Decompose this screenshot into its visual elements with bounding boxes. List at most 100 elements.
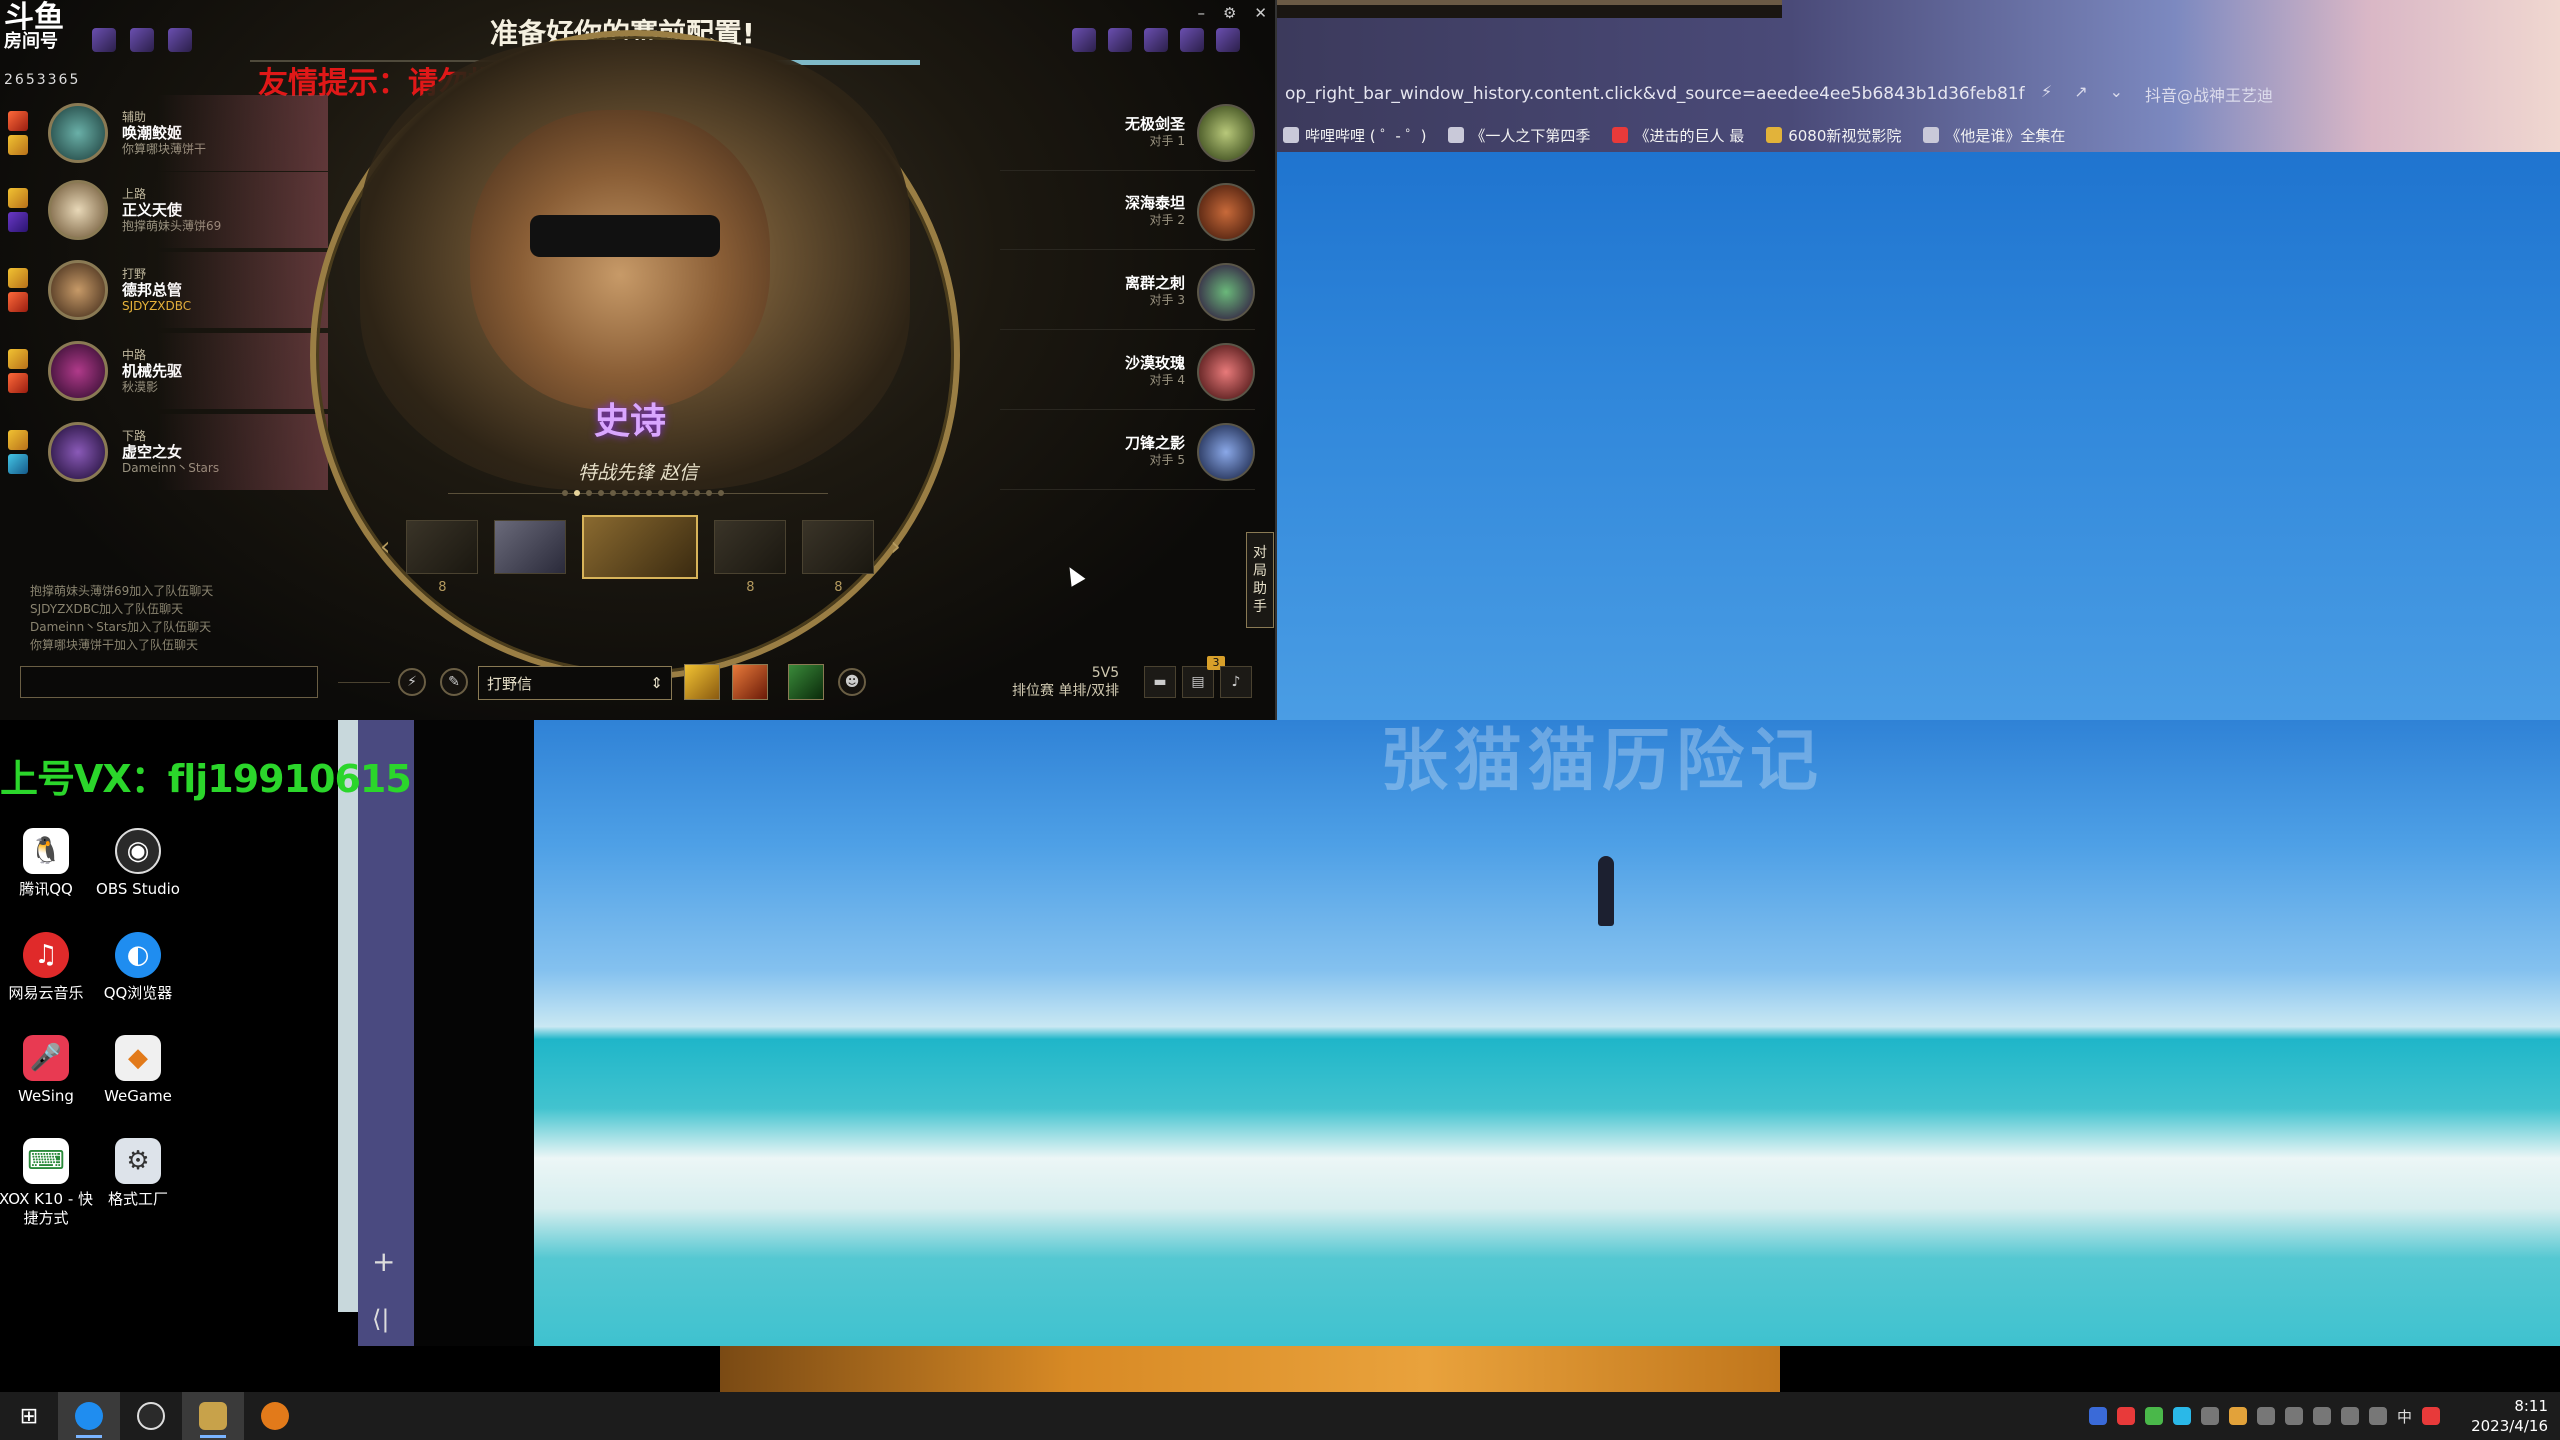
enemy-slot[interactable]: 无极剑圣 对手 1	[1000, 95, 1255, 171]
team-member[interactable]: 下路 虚空之女 Dameinn丶Stars	[8, 414, 328, 490]
enemy-slot[interactable]: 离群之刺 对手 3	[1000, 254, 1255, 330]
team-member-self[interactable]: 打野 德邦总管 SJDYZXDBC	[8, 252, 328, 328]
page-dot[interactable]	[646, 490, 652, 496]
network-icon[interactable]	[2172, 1407, 2191, 1425]
microphone-tray-icon[interactable]	[2200, 1407, 2219, 1425]
enemy-slot[interactable]: 沙漠玫瑰 对手 4	[1000, 334, 1255, 410]
minimize-icon[interactable]: –	[1197, 4, 1205, 22]
match-helper-tab[interactable]: 对局助手	[1246, 532, 1274, 628]
address-bar[interactable]: op_right_bar_window_history.content.clic…	[1277, 76, 2560, 112]
ignite-spell-icon[interactable]	[8, 373, 28, 393]
desktop-icon-qq[interactable]: 🐧 腾讯QQ	[0, 828, 96, 899]
bookmark-item[interactable]: 哔哩哔哩 ( ゜- ゜)	[1283, 125, 1426, 146]
bookmark-item[interactable]: 《他是谁》全集在	[1923, 125, 2065, 146]
system-clock[interactable]: 8:11 2023/4/16	[2471, 1396, 2548, 1436]
emote-icon[interactable]: ☻	[838, 668, 866, 696]
bookmark-item[interactable]: 6080新视觉影院	[1766, 125, 1901, 146]
app-tray-icon[interactable]	[2116, 1407, 2135, 1425]
account-label[interactable]: 抖音@战神王艺迪	[2145, 82, 2273, 106]
taskbar-qq-browser[interactable]	[58, 1392, 120, 1440]
page-dot[interactable]	[682, 490, 688, 496]
bookmark-item[interactable]: 《进击的巨人 最	[1612, 125, 1744, 146]
taskbar-league-client[interactable]	[182, 1392, 244, 1440]
page-dot[interactable]	[670, 490, 676, 496]
desktop-icon-obs[interactable]: ◉ OBS Studio	[88, 828, 188, 899]
desktop-icon-wesing[interactable]: 🎤 WeSing	[0, 1035, 96, 1106]
shield-icon[interactable]	[2088, 1407, 2107, 1425]
enemy-slot[interactable]: 刀锋之影 对手 5	[1000, 414, 1255, 490]
flash-spell-icon[interactable]	[8, 349, 28, 369]
windows-start-icon[interactable]: ⊞	[0, 1392, 58, 1440]
party-chat-icon[interactable]: ▤	[1182, 666, 1214, 698]
skin-thumb[interactable]: 8	[714, 520, 787, 595]
rune-page-select[interactable]: 打野信 ⇕	[478, 666, 672, 700]
volume-icon[interactable]	[2368, 1407, 2387, 1425]
champion-mini-icon	[168, 28, 192, 52]
rune-lightning-icon[interactable]: ⚡	[398, 668, 426, 696]
bookmark-item[interactable]: 《一人之下第四季	[1448, 125, 1590, 146]
page-dot[interactable]	[694, 490, 700, 496]
flash-spell-slot[interactable]	[684, 664, 720, 700]
enemy-slot[interactable]: 深海泰坦 对手 2	[1000, 174, 1255, 250]
page-dot[interactable]	[634, 490, 640, 496]
desktop-icon-wegame[interactable]: ◆ WeGame	[88, 1035, 188, 1106]
lightning-icon[interactable]: ⚡	[2041, 82, 2052, 106]
microphone-icon[interactable]: ♪	[1220, 666, 1252, 698]
app-tray-icon[interactable]	[2228, 1407, 2247, 1425]
close-icon[interactable]: ✕	[1254, 4, 1267, 22]
flash-spell-icon[interactable]	[8, 188, 28, 208]
chevron-left-icon[interactable]: ‹	[380, 532, 390, 562]
edit-rune-icon[interactable]: ✎	[440, 668, 468, 696]
heal-spell-icon[interactable]	[8, 454, 28, 474]
desktop-icon-xox-k10[interactable]: ⌨ XOX K10 - 快捷方式	[0, 1138, 96, 1228]
clock-time: 8:11	[2514, 1397, 2548, 1415]
smite-spell-icon[interactable]	[8, 292, 28, 312]
share-icon[interactable]: ↗	[2074, 82, 2087, 106]
team-member[interactable]: 上路 正义天使 抱撑萌妹头薄饼69	[8, 172, 328, 248]
skin-thumb-selected[interactable]	[582, 515, 699, 579]
page-dot[interactable]	[610, 490, 616, 496]
page-dot[interactable]	[562, 490, 568, 496]
display-icon[interactable]	[2340, 1407, 2359, 1425]
sogou-icon[interactable]	[2422, 1407, 2440, 1425]
ignite-spell-icon[interactable]	[8, 111, 28, 131]
app-tray-icon[interactable]	[2256, 1407, 2275, 1425]
smite-spell-slot[interactable]	[732, 664, 768, 700]
page-dot[interactable]	[622, 490, 628, 496]
desktop-icon-netease-music[interactable]: ♫ 网易云音乐	[0, 932, 96, 1003]
settings-icon[interactable]: ⚙	[1223, 4, 1236, 22]
page-dot[interactable]	[718, 490, 724, 496]
desktop-icon-qq-browser[interactable]: ◐ QQ浏览器	[88, 932, 188, 1003]
page-dot[interactable]	[706, 490, 712, 496]
url-text[interactable]: op_right_bar_window_history.content.clic…	[1285, 84, 2025, 104]
flash-spell-icon[interactable]	[8, 135, 28, 155]
taskbar-obs[interactable]	[120, 1392, 182, 1440]
battery-icon[interactable]	[2144, 1407, 2163, 1425]
collapse-panel-button[interactable]: ⟨|	[372, 1305, 389, 1333]
page-dot-active[interactable]	[574, 490, 580, 496]
page-dot[interactable]	[658, 490, 664, 496]
teleport-spell-icon[interactable]	[8, 212, 28, 232]
security-icon[interactable]	[2312, 1407, 2331, 1425]
chevron-right-icon[interactable]: ›	[890, 532, 900, 562]
chat-bubble-icon[interactable]: ▬	[1144, 666, 1176, 698]
ward-skin-slot[interactable]	[788, 664, 824, 700]
chevron-down-icon[interactable]: ⌄	[2110, 82, 2123, 106]
team-member[interactable]: 辅助 唤潮鲛姬 你算哪块薄饼干	[8, 95, 328, 171]
team-member[interactable]: 中路 机械先驱 秋漠影	[8, 333, 328, 409]
video-watermark: 张猫猫历险记	[1380, 722, 1825, 801]
skin-thumb[interactable]: 8	[406, 520, 479, 595]
page-dot[interactable]	[586, 490, 592, 496]
flash-spell-icon[interactable]	[8, 430, 28, 450]
rune-page-label: 打野信	[487, 674, 533, 693]
skin-thumb[interactable]: 8	[802, 520, 875, 595]
ime-indicator[interactable]: 中	[2397, 1406, 2412, 1427]
page-dot[interactable]	[598, 490, 604, 496]
flash-spell-icon[interactable]	[8, 268, 28, 288]
desktop-icon-format-factory[interactable]: ⚙ 格式工厂	[88, 1138, 188, 1209]
chat-input[interactable]	[20, 666, 318, 698]
skin-thumb[interactable]	[494, 520, 567, 574]
add-button[interactable]: +	[372, 1245, 395, 1278]
cloud-icon[interactable]	[2284, 1407, 2303, 1425]
taskbar-wegame[interactable]	[244, 1392, 306, 1440]
